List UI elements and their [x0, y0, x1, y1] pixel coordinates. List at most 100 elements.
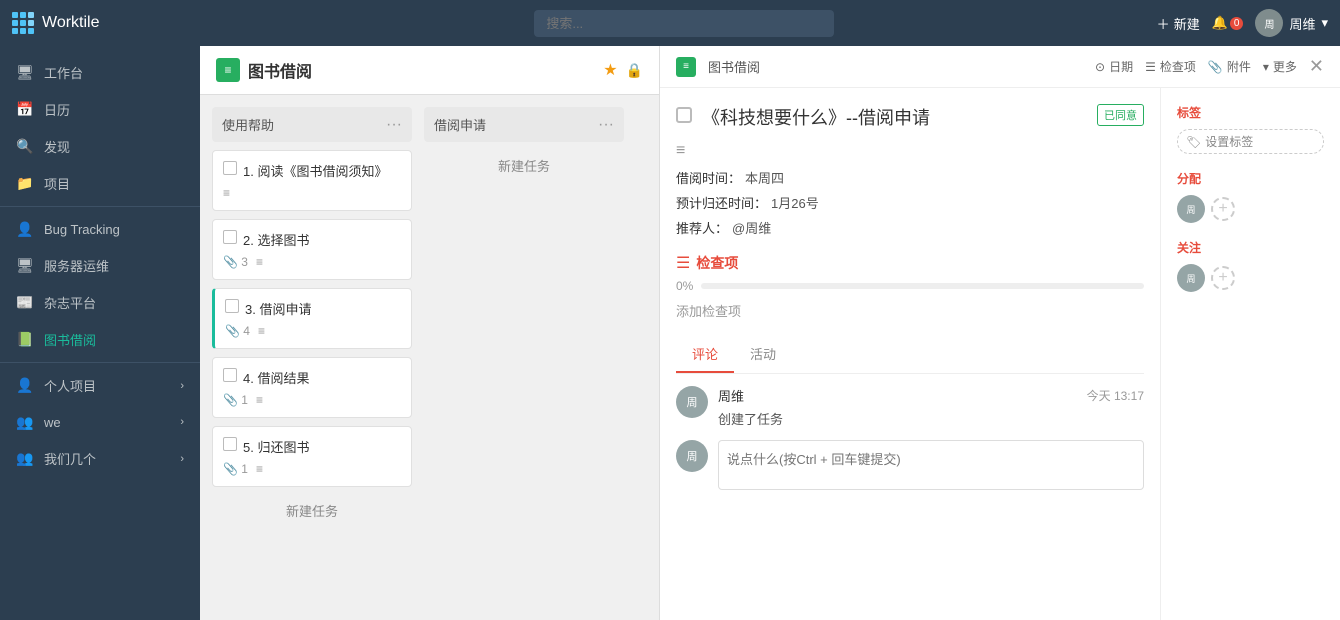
- task-card-3[interactable]: 3. 借阅申请 📎 4 ≡: [212, 288, 412, 349]
- main-layout: 🖥 工作台 📅 日历 🔍 发现 📁 项目 👤 Bug Tracking 🖥 服务…: [0, 46, 1340, 620]
- borrow-time-row: 借阅时间： 本周四: [676, 168, 1144, 187]
- sidebar-item-bugtracking[interactable]: 👤 Bug Tracking: [0, 211, 200, 247]
- set-tags-button[interactable]: 🏷 设置标签: [1177, 129, 1324, 154]
- tab-comments[interactable]: 评论: [676, 336, 734, 373]
- notes-icon-5: ≡: [256, 462, 263, 476]
- sidebar-item-we[interactable]: 👥 we ›: [0, 404, 200, 440]
- more-action-button[interactable]: ▾ 更多: [1263, 58, 1297, 75]
- tab-activity[interactable]: 活动: [734, 336, 792, 373]
- checklist-action-button[interactable]: ☰ 检查项: [1145, 58, 1196, 75]
- add-assignee-button[interactable]: +: [1211, 197, 1235, 221]
- tag-icon: 🏷: [1186, 135, 1201, 149]
- detail-panel: ≡ 图书借阅 ⊙ 日期 ☰ 检查项 📎 附件: [660, 46, 1340, 620]
- assignee-avatars: 周 +: [1177, 195, 1324, 223]
- attachment-icon-2: 📎 3: [223, 255, 248, 269]
- personal-icon: 👤: [16, 377, 34, 395]
- project-title: 图书借阅: [248, 58, 595, 82]
- assignee-avatar-1: 周: [1177, 195, 1205, 223]
- calendar-icon-2: ⊙: [1095, 60, 1105, 74]
- task-card-4[interactable]: 4. 借阅结果 📎 1 ≡: [212, 357, 412, 418]
- detail-proj-icon: ≡: [676, 57, 696, 77]
- task-name-3: 3. 借阅申请: [225, 299, 401, 318]
- comment-input[interactable]: [718, 440, 1144, 490]
- checklist-icon-red: ☰: [676, 253, 690, 273]
- attachment-icon-btn: 📎: [1208, 60, 1223, 74]
- header-actions: ＋ 新建 🔔 0 周 周维 ▾: [1157, 9, 1328, 37]
- task-card-1[interactable]: 1. 阅读《图书借阅须知》 ≡: [212, 150, 412, 211]
- more-label: 更多: [1273, 58, 1297, 75]
- task-checkbox-3[interactable]: [225, 299, 239, 313]
- sidebar-item-discover[interactable]: 🔍 发现: [0, 128, 200, 165]
- list-help: 使用帮助 ··· 1. 阅读《图书借阅须知》 ≡: [212, 107, 412, 608]
- chevron-down-icon: ▾: [1321, 15, 1328, 31]
- sidebar-divider-2: [0, 362, 200, 363]
- sidebar: 🖥 工作台 📅 日历 🔍 发现 📁 项目 👤 Bug Tracking 🖥 服务…: [0, 46, 200, 620]
- return-time-row: 预计归还时间： 1月26号: [676, 193, 1144, 212]
- sidebar-item-serverops[interactable]: 🖥 服务器运维: [0, 247, 200, 284]
- return-time-label: 预计归还时间：: [676, 193, 767, 212]
- status-badge[interactable]: 已同意: [1097, 104, 1144, 126]
- task-title-text: 《科技想要什么》--借阅申请: [702, 104, 1079, 130]
- tags-btn-label: 设置标签: [1205, 133, 1253, 150]
- task-card-2[interactable]: 2. 选择图书 📎 3 ≡: [212, 219, 412, 280]
- sidebar-item-personal[interactable]: 👤 个人项目 ›: [0, 367, 200, 404]
- logo-text: Worktile: [42, 14, 100, 32]
- task-title-row: 《科技想要什么》--借阅申请 已同意: [676, 104, 1144, 130]
- task-name-4: 4. 借阅结果: [223, 368, 401, 387]
- notification-button[interactable]: 🔔 0: [1212, 15, 1244, 31]
- lists-area: 使用帮助 ··· 1. 阅读《图书借阅须知》 ≡: [200, 95, 659, 620]
- sidebar-item-ourteam[interactable]: 👥 我们几个 ›: [0, 440, 200, 477]
- assign-label: 分配: [1177, 170, 1324, 187]
- new-task-button-help[interactable]: 新建任务: [212, 495, 412, 526]
- task-checkbox-2[interactable]: [223, 230, 237, 244]
- recommender-value: @周维: [732, 218, 771, 237]
- task-main-checkbox[interactable]: [676, 107, 692, 123]
- close-button[interactable]: ✕: [1309, 56, 1324, 77]
- calendar-icon: 📅: [16, 101, 34, 119]
- task-checkbox-1[interactable]: [223, 161, 237, 175]
- sidebar-item-calendar[interactable]: 📅 日历: [0, 91, 200, 128]
- star-icon[interactable]: ★: [603, 60, 617, 80]
- detail-main: 《科技想要什么》--借阅申请 已同意 ≡ 借阅时间： 本周四 预计归还时间： 1…: [660, 88, 1160, 620]
- logo-area: Worktile: [12, 12, 212, 34]
- lock-icon[interactable]: 🔒: [626, 62, 643, 79]
- task-meta-2: 📎 3 ≡: [223, 255, 401, 269]
- date-action-button[interactable]: ⊙ 日期: [1095, 58, 1133, 75]
- progress-row: 0%: [676, 279, 1144, 293]
- list-action-icon[interactable]: ···: [386, 116, 402, 134]
- search-input[interactable]: [534, 10, 834, 37]
- sidebar-item-magazine[interactable]: 📰 杂志平台: [0, 284, 200, 321]
- comment-avatar-1: 周: [676, 386, 708, 418]
- workbench-icon: 🖥: [16, 64, 34, 82]
- task-checkbox-4[interactable]: [223, 368, 237, 382]
- desc-icon: ≡: [676, 142, 1144, 160]
- comment-meta-1: 周维 今天 13:17: [718, 386, 1144, 405]
- task-checkbox-5[interactable]: [223, 437, 237, 451]
- tabs: 评论 活动: [676, 336, 1144, 374]
- follower-avatar-1: 周: [1177, 264, 1205, 292]
- plus-icon: ＋: [1157, 14, 1170, 33]
- sidebar-item-projects[interactable]: 📁 项目: [0, 165, 200, 202]
- list-action-icon-borrow[interactable]: ···: [598, 116, 614, 134]
- sidebar-item-workbench[interactable]: 🖥 工作台: [0, 54, 200, 91]
- sidebar-item-library[interactable]: 📗 图书借阅: [0, 321, 200, 358]
- checklist-title: 检查项: [696, 253, 738, 273]
- new-button[interactable]: ＋ 新建: [1157, 14, 1200, 33]
- sidebar-divider: [0, 206, 200, 207]
- user-menu-button[interactable]: 周 周维 ▾: [1255, 9, 1328, 37]
- new-task-button-borrow[interactable]: 新建任务: [424, 150, 624, 181]
- task-meta-1: ≡: [223, 186, 401, 200]
- sidebar-item-label: 工作台: [44, 63, 184, 82]
- borrow-time-label: 借阅时间：: [676, 168, 741, 187]
- add-checklist-button[interactable]: 添加检查项: [676, 301, 1144, 320]
- detail-header: ≡ 图书借阅 ⊙ 日期 ☰ 检查项 📎 附件: [660, 46, 1340, 88]
- comment-row-1: 周 周维 今天 13:17 创建了任务: [676, 386, 1144, 428]
- task-card-5[interactable]: 5. 归还图书 📎 1 ≡: [212, 426, 412, 487]
- progress-bar-background: [701, 283, 1144, 289]
- attachment-action-button[interactable]: 📎 附件: [1208, 58, 1251, 75]
- add-follower-button[interactable]: +: [1211, 266, 1235, 290]
- avatar: 周: [1255, 9, 1283, 37]
- sidebar-item-label: 杂志平台: [44, 293, 184, 312]
- avatar-char-2: 周: [687, 448, 698, 464]
- chevron-right-icon: ›: [180, 380, 184, 392]
